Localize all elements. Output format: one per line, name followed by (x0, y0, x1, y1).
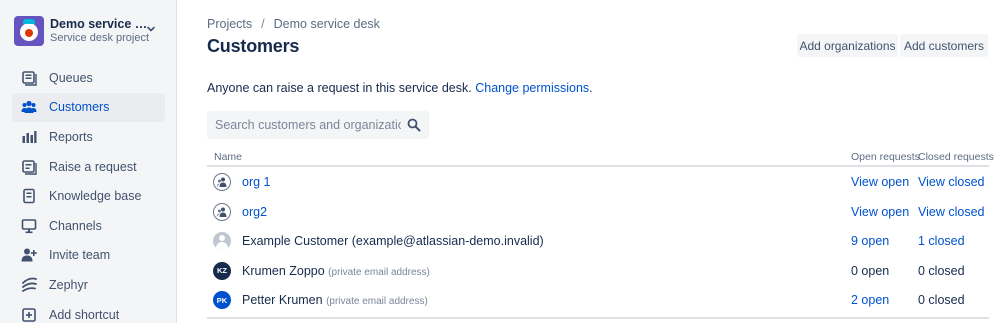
closed-requests-count: 0 closed (918, 263, 965, 278)
queues-icon (21, 70, 37, 86)
sidebar-item-queues[interactable]: Queues (12, 63, 165, 93)
sidebar-item-zephyr[interactable]: Zephyr (12, 270, 165, 300)
breadcrumb-separator: / (261, 17, 265, 31)
column-header-closed[interactable]: Closed requests (918, 151, 994, 163)
closed-requests-link[interactable]: View closed (918, 205, 984, 219)
open-requests-count: 0 open (851, 263, 890, 278)
customers-table: Name Open requests Closed requests org 1… (207, 148, 994, 319)
project-switcher[interactable]: Demo service desk Service desk project (14, 15, 164, 47)
search-box (207, 111, 429, 139)
permissions-suffix: . (589, 81, 593, 95)
table-row: Example Customer (example@atlassian-demo… (207, 226, 989, 256)
reports-icon (21, 129, 37, 145)
column-header-open[interactable]: Open requests (851, 151, 920, 163)
table-row: PK Petter Krumen (private email address)… (207, 285, 989, 315)
organization-icon (213, 202, 231, 221)
search-input[interactable] (215, 118, 401, 132)
project-avatar (14, 16, 44, 46)
sidebar-item-label: Queues (49, 70, 93, 85)
chevron-down-icon[interactable] (146, 24, 156, 34)
avatar: PK (213, 291, 231, 310)
organization-name-link[interactable]: org 1 (242, 175, 271, 189)
sidebar-item-label: Customers (49, 100, 110, 115)
sidebar: Demo service desk Service desk project Q… (0, 0, 177, 323)
project-type: Service desk project (50, 32, 150, 44)
sidebar-item-knowledge-base[interactable]: Knowledge base (12, 181, 165, 211)
closed-requests-link[interactable]: 1 closed (918, 234, 965, 248)
raise-request-icon (21, 159, 37, 175)
table-divider (207, 317, 989, 319)
breadcrumb-current[interactable]: Demo service desk (274, 17, 380, 31)
table-row: KZ Krumen Zoppo (private email address) … (207, 256, 989, 286)
breadcrumb-projects[interactable]: Projects (207, 17, 252, 31)
sidebar-nav: Queues Customers Reports Raise a request… (12, 63, 165, 323)
sidebar-item-label: Raise a request (49, 159, 137, 174)
sidebar-item-add-shortcut[interactable]: Add shortcut (12, 300, 165, 323)
organization-icon (213, 173, 231, 191)
channels-icon (21, 218, 37, 234)
add-shortcut-icon (21, 307, 37, 323)
customer-name-text: Petter Krumen (242, 293, 323, 308)
knowledge-base-icon (21, 188, 37, 204)
sidebar-item-label: Reports (49, 129, 93, 144)
permissions-text: Anyone can raise a request in this servi… (207, 81, 472, 95)
organization-name-link[interactable]: org2 (242, 205, 267, 219)
sidebar-item-label: Zephyr (49, 277, 88, 292)
breadcrumb: Projects / Demo service desk (207, 17, 380, 31)
table-row: org 1 View open View closed (207, 167, 989, 197)
add-customers-button[interactable]: Add customers (900, 34, 988, 57)
sidebar-item-label: Channels (49, 218, 102, 233)
column-header-name[interactable]: Name (214, 151, 242, 163)
table-row: org2 View open View closed (207, 197, 989, 227)
closed-requests-link[interactable]: View closed (918, 175, 984, 189)
sidebar-item-invite-team[interactable]: Invite team (12, 241, 165, 271)
customer-name: Example Customer (example@atlassian-demo… (242, 234, 544, 249)
page-title: Customers (207, 36, 300, 56)
customers-icon (21, 99, 37, 115)
sidebar-item-label: Knowledge base (49, 189, 142, 204)
open-requests-link[interactable]: View open (851, 175, 909, 189)
search-icon[interactable] (407, 118, 421, 132)
zephyr-icon (21, 277, 37, 293)
avatar: KZ (213, 261, 231, 280)
private-email-note: (private email address) (326, 296, 428, 308)
sidebar-item-raise-request[interactable]: Raise a request (12, 152, 165, 182)
sidebar-item-customers[interactable]: Customers (12, 92, 165, 123)
private-email-note: (private email address) (328, 266, 430, 278)
invite-team-icon (21, 247, 37, 263)
sidebar-item-label: Invite team (49, 248, 111, 263)
table-header: Name Open requests Closed requests (207, 148, 994, 167)
closed-requests-count: 0 closed (918, 293, 965, 308)
customer-name: Petter Krumen (private email address) (242, 293, 428, 307)
change-permissions-link[interactable]: Change permissions (475, 81, 589, 95)
customer-name: Krumen Zoppo (private email address) (242, 264, 430, 278)
customer-name-text: Krumen Zoppo (242, 263, 325, 278)
permissions-message: Anyone can raise a request in this servi… (207, 81, 593, 95)
sidebar-item-channels[interactable]: Channels (12, 211, 165, 241)
open-requests-link[interactable]: 2 open (851, 293, 889, 307)
open-requests-link[interactable]: 9 open (851, 234, 889, 248)
sidebar-item-reports[interactable]: Reports (12, 122, 165, 152)
sidebar-item-label: Add shortcut (49, 307, 120, 322)
open-requests-link[interactable]: View open (851, 205, 909, 219)
project-name: Demo service desk (50, 17, 150, 31)
add-organizations-button[interactable]: Add organizations (797, 34, 898, 57)
default-avatar-icon (213, 232, 231, 251)
